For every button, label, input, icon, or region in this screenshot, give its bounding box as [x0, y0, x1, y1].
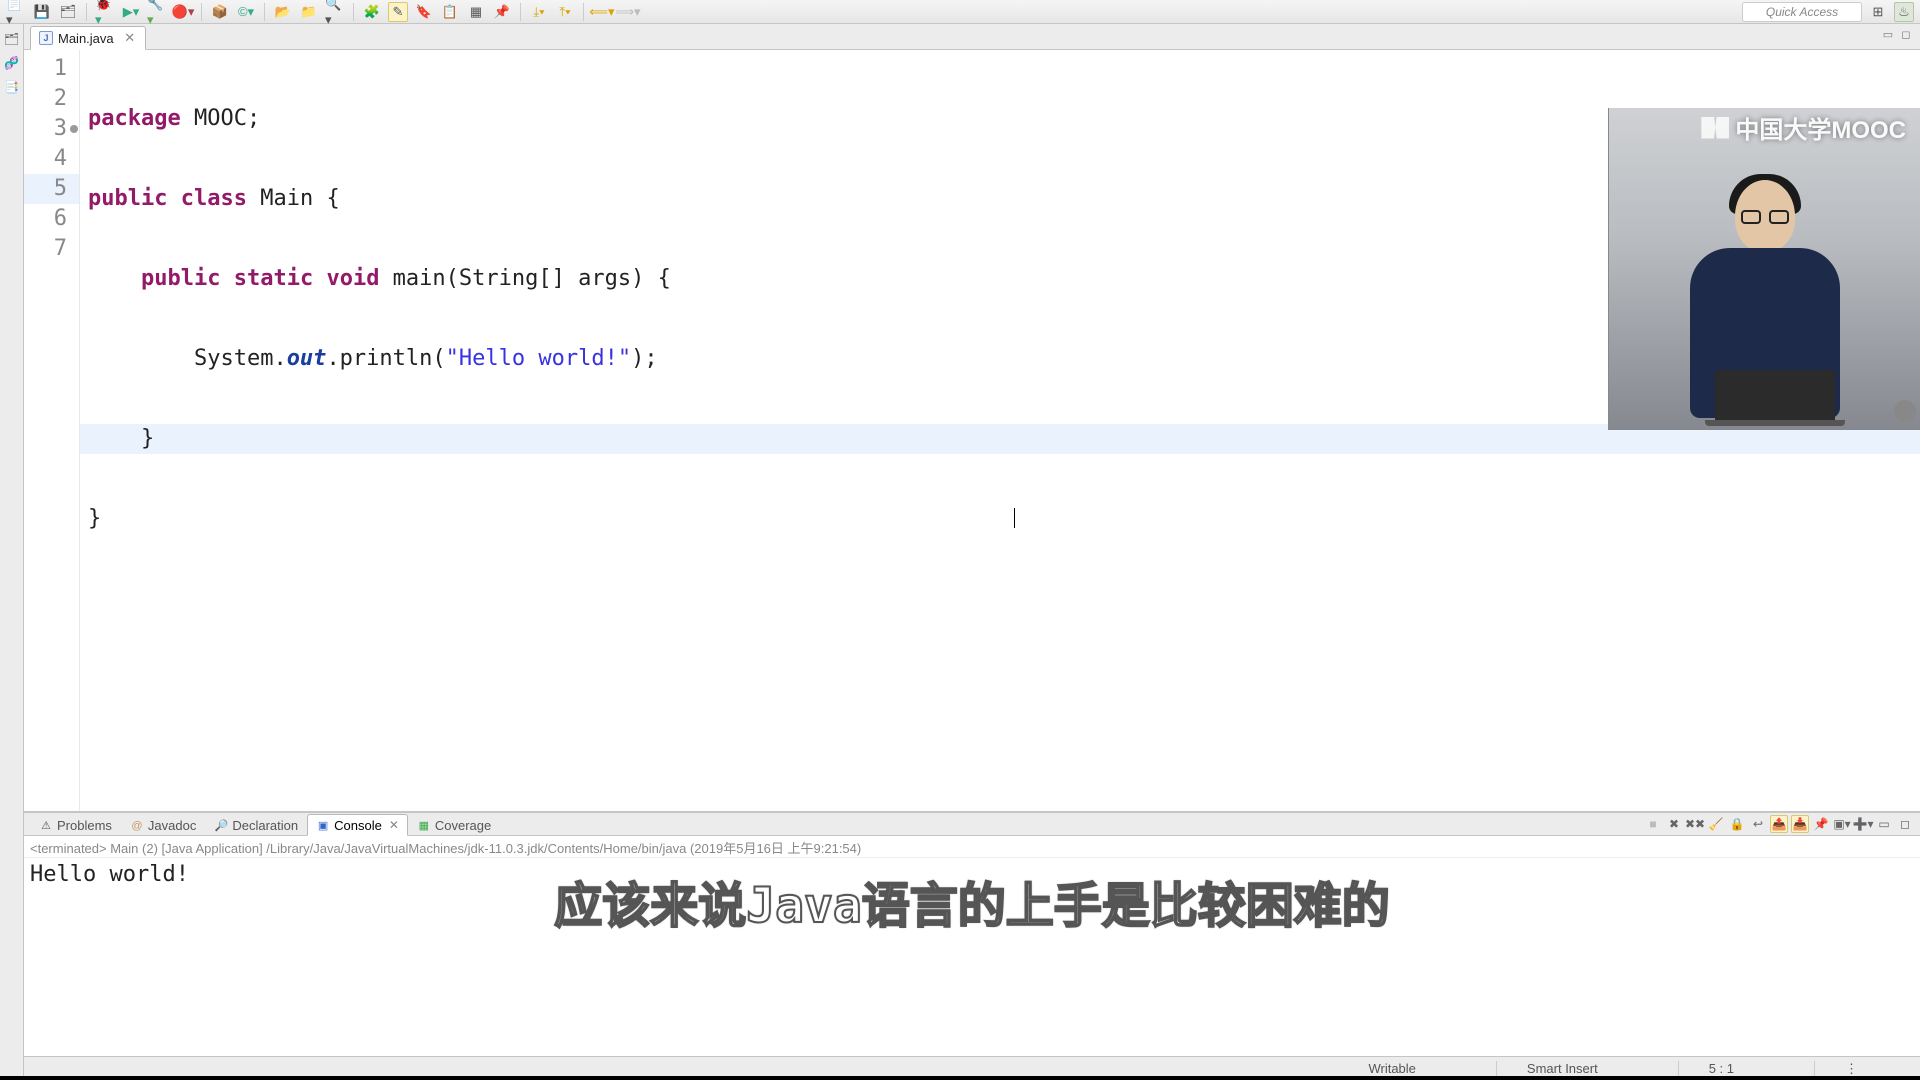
tab-label: Main.java [58, 31, 114, 46]
remove-all-launches-icon[interactable]: ✖✖ [1686, 815, 1704, 833]
line-number: 7 [24, 234, 79, 264]
java-perspective-icon[interactable]: ♨ [1894, 2, 1914, 22]
open-console-icon[interactable]: ➕▾ [1854, 815, 1872, 833]
method-marker-icon [70, 125, 78, 133]
presenter-figure [1685, 170, 1845, 430]
outline-icon[interactable]: 📑 [4, 80, 20, 96]
mic-stand-icon [1894, 400, 1916, 422]
line-number: 6 [24, 204, 79, 234]
center-column: J Main.java ✕ ▭ ◻ 1 2 3 4 5 6 7 package … [24, 24, 1920, 1080]
problems-icon: ⚠ [39, 819, 53, 833]
java-file-icon: J [39, 31, 53, 45]
line-number-gutter: 1 2 3 4 5 6 7 [24, 50, 80, 811]
terminate-disabled-icon: ■ [1644, 815, 1662, 833]
console-icon: ▣ [316, 818, 330, 832]
show-on-stderr-icon[interactable]: 📥 [1791, 815, 1809, 833]
open-perspective-icon[interactable]: ⊞ [1868, 2, 1888, 22]
back-icon[interactable]: ⟸▾ [592, 2, 612, 22]
forward-icon[interactable]: ⟹▾ [618, 2, 638, 22]
tab-javadoc[interactable]: @ Javadoc [121, 814, 205, 836]
run-icon[interactable]: ▶▾ [121, 2, 141, 22]
coverage-icon[interactable]: 🔴▾ [173, 2, 193, 22]
close-console-icon[interactable]: ✕ [389, 818, 399, 832]
console-toolbar: ■ ✖ ✖✖ 🧹 🔒 ↩ 📤 📥 📌 ▣▾ ➕▾ ▭ ◻ [1644, 815, 1914, 833]
javadoc-icon: @ [130, 819, 144, 833]
line-number: 2 [24, 84, 79, 114]
line-number: 4 [24, 144, 79, 174]
next-annotation-icon[interactable]: ⤓▾ [529, 2, 549, 22]
line-number: 1 [24, 54, 79, 84]
tab-problems[interactable]: ⚠ Problems [30, 814, 121, 836]
tab-coverage[interactable]: ▦ Coverage [408, 814, 500, 836]
toggle-breadcrumb-icon[interactable]: 🔖 [414, 2, 434, 22]
run-alt-icon[interactable]: 🔧▾ [147, 2, 167, 22]
line-number: 3 [24, 114, 79, 144]
status-insert-mode: Smart Insert [1496, 1061, 1628, 1076]
task-icon[interactable]: 🧩 [362, 2, 382, 22]
show-on-stdout-icon[interactable]: 📤 [1770, 815, 1788, 833]
main-toolbar: 📄▾ 💾 🗂 🐞▾ ▶▾ 🔧▾ 🔴▾ 📦 ©▾ 📂 📁 🔍▾ 🧩 ✎ 🔖 📋 ▦… [0, 0, 1920, 24]
declaration-icon: 🔎 [214, 819, 228, 833]
maximize-view-icon[interactable]: ◻ [1898, 26, 1914, 42]
open-type-icon[interactable]: 📂 [273, 2, 293, 22]
console-output-text: Hello world! [30, 862, 189, 887]
maximize-panel-icon[interactable]: ◻ [1896, 815, 1914, 833]
open-resource-icon[interactable]: 📁 [299, 2, 319, 22]
clear-console-icon[interactable]: 🧹 [1707, 815, 1725, 833]
pin-console-icon[interactable]: 📌 [1812, 815, 1830, 833]
tab-controls: ▭ ◻ [1880, 26, 1914, 42]
remove-launch-icon[interactable]: ✖ [1665, 815, 1683, 833]
toggle-mark-icon[interactable]: 📋 [440, 2, 460, 22]
bottom-panel: ⚠ Problems @ Javadoc 🔎 Declaration ▣ Con… [24, 812, 1920, 1080]
coverage-icon: ▦ [417, 819, 431, 833]
quick-access-input[interactable]: Quick Access [1742, 2, 1862, 22]
close-tab-icon[interactable]: ✕ [123, 31, 137, 45]
bottom-black-strip [0, 1076, 1920, 1080]
tab-declaration[interactable]: 🔎 Declaration [205, 814, 307, 836]
minimize-panel-icon[interactable]: ▭ [1875, 815, 1893, 833]
save-icon[interactable]: 💾 [32, 2, 52, 22]
new-icon[interactable]: 📄▾ [6, 2, 26, 22]
workspace: 🗂 🧬 📑 J Main.java ✕ ▭ ◻ 1 2 3 4 5 [0, 24, 1920, 1080]
pin-icon[interactable]: 📌 [492, 2, 512, 22]
search-icon[interactable]: 🔍▾ [325, 2, 345, 22]
status-cursor-pos: 5 : 1 [1678, 1061, 1764, 1076]
code-line [80, 584, 1920, 614]
status-menu-icon[interactable]: ⋮ [1814, 1061, 1888, 1077]
lecture-video-overlay [1608, 108, 1920, 430]
package-explorer-icon[interactable]: 🗂 [4, 32, 20, 48]
editor-body[interactable]: 1 2 3 4 5 6 7 package MOOC; public class… [24, 50, 1920, 812]
word-wrap-icon[interactable]: ↩ [1749, 815, 1767, 833]
text-caret [1014, 508, 1015, 528]
scroll-lock-icon[interactable]: 🔒 [1728, 815, 1746, 833]
video-subtitle: 应该来说Java语言的上手是比较困难的 [554, 866, 1390, 936]
line-number: 5 [24, 174, 79, 204]
new-class-icon[interactable]: ©▾ [236, 2, 256, 22]
status-writable: Writable [1338, 1061, 1445, 1076]
console-output[interactable]: Hello world! 应该来说Java语言的上手是比较困难的 [24, 858, 1920, 1056]
new-package-icon[interactable]: 📦 [210, 2, 230, 22]
save-all-icon[interactable]: 🗂 [58, 2, 78, 22]
code-line: } [80, 504, 1920, 534]
editor-tabbar: J Main.java ✕ ▭ ◻ [24, 24, 1920, 50]
minimize-view-icon[interactable]: ▭ [1880, 26, 1896, 42]
tab-console[interactable]: ▣ Console ✕ [307, 814, 408, 836]
display-selected-console-icon[interactable]: ▣▾ [1833, 815, 1851, 833]
tab-main-java[interactable]: J Main.java ✕ [30, 26, 146, 50]
prev-annotation-icon[interactable]: ⤒▾ [555, 2, 575, 22]
type-hierarchy-icon[interactable]: 🧬 [4, 56, 20, 72]
bottom-tabbar: ⚠ Problems @ Javadoc 🔎 Declaration ▣ Con… [24, 812, 1920, 836]
debug-icon[interactable]: 🐞▾ [95, 2, 115, 22]
left-rail: 🗂 🧬 📑 [0, 24, 24, 1080]
console-launch-info: <terminated> Main (2) [Java Application]… [24, 836, 1920, 858]
highlight-icon[interactable]: ✎ [388, 2, 408, 22]
show-whitespace-icon[interactable]: ▦ [466, 2, 486, 22]
